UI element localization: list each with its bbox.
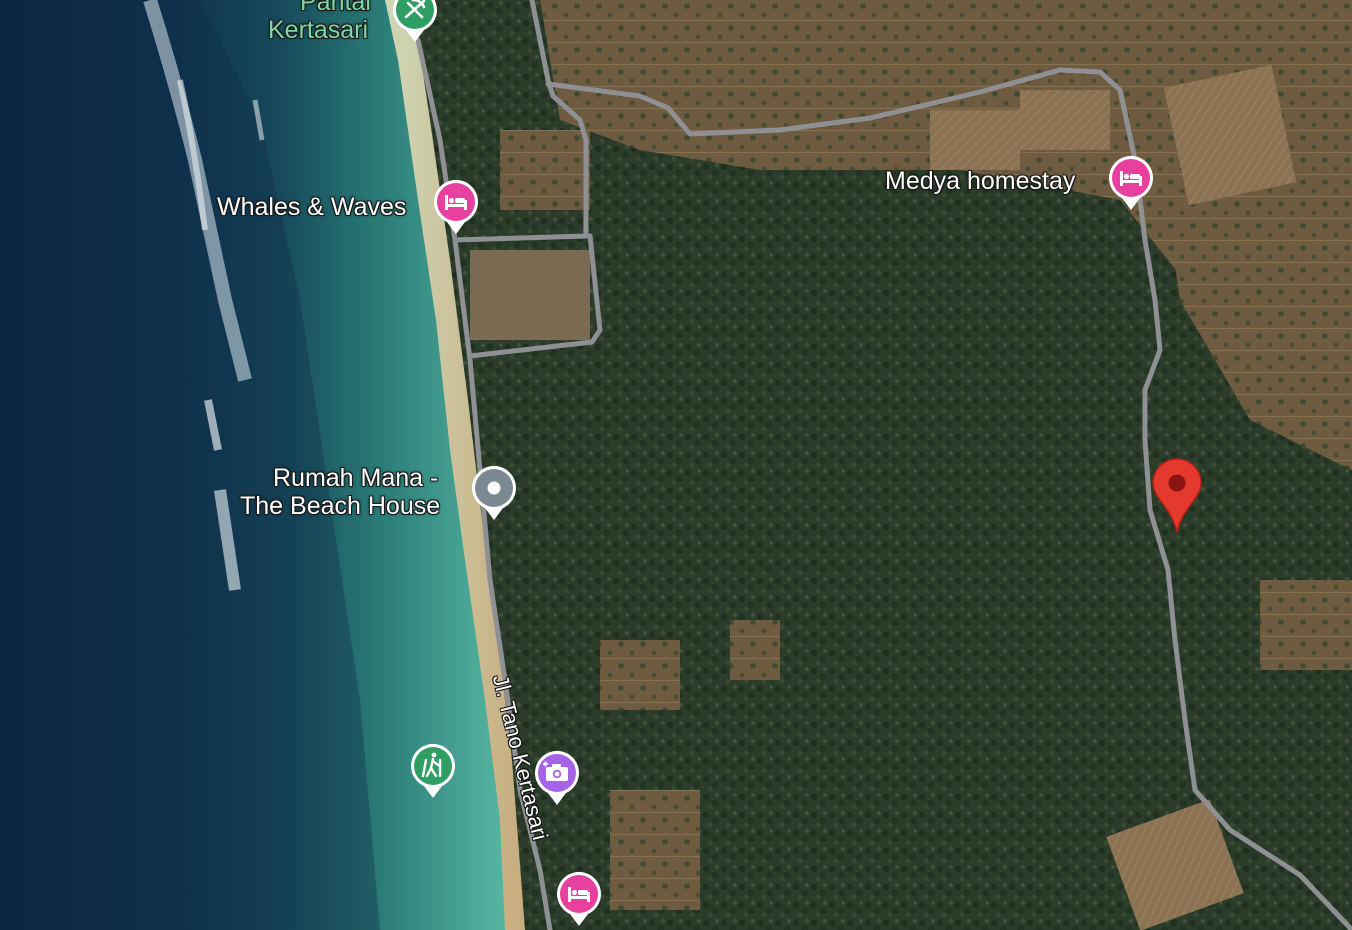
- pin-hiking[interactable]: [409, 742, 457, 800]
- map-canvas[interactable]: Pantai Kertasari Whales & Waves Medya ho…: [0, 0, 1352, 930]
- pin-whales-waves[interactable]: [432, 178, 480, 236]
- pin-pantai-kertasari[interactable]: [391, 0, 439, 44]
- dot-icon: [487, 481, 501, 495]
- place-label-pantai-kertasari-line2[interactable]: Kertasari: [268, 16, 368, 44]
- selected-location-marker[interactable]: [1150, 458, 1204, 534]
- pin-rumah-mana[interactable]: [470, 464, 518, 522]
- place-label-medya-homestay[interactable]: Medya homestay: [885, 167, 1075, 195]
- pin-photo-spot[interactable]: [533, 749, 581, 807]
- place-label-whales-waves[interactable]: Whales & Waves: [217, 193, 406, 221]
- place-label-rumah-mana-line1[interactable]: Rumah Mana -: [273, 464, 438, 492]
- place-label-pantai-kertasari-line1[interactable]: Pantai: [300, 0, 371, 16]
- pin-lodging-bottom[interactable]: [555, 870, 603, 928]
- place-label-rumah-mana-line2[interactable]: The Beach House: [240, 492, 440, 520]
- map-marker-icon: [1152, 458, 1202, 533]
- pin-medya-homestay[interactable]: [1107, 154, 1155, 212]
